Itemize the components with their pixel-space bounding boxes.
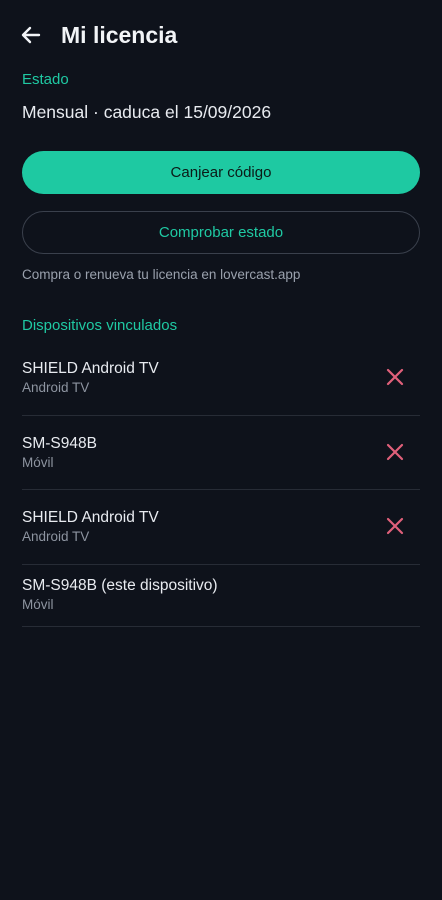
device-name: SM-S948B (este dispositivo) bbox=[22, 576, 218, 594]
status-section-label: Estado bbox=[22, 71, 69, 88]
license-status-text: Mensual · caduca el 15/09/2026 bbox=[22, 102, 272, 122]
remove-device-button[interactable] bbox=[384, 366, 406, 388]
device-list: SHIELD Android TV Android TV SM-S948B Mó… bbox=[22, 341, 420, 627]
close-icon bbox=[386, 368, 404, 386]
device-item: SM-S948B Móvil bbox=[22, 416, 420, 490]
arrow-left-icon bbox=[21, 26, 41, 44]
device-item: SHIELD Android TV Android TV bbox=[22, 341, 420, 416]
back-button[interactable] bbox=[16, 20, 46, 50]
devices-section-label: Dispositivos vinculados bbox=[22, 317, 178, 334]
close-icon bbox=[386, 517, 404, 535]
device-type: Android TV bbox=[22, 529, 90, 544]
page-title: Mi licencia bbox=[61, 22, 178, 48]
remove-device-button[interactable] bbox=[384, 441, 406, 463]
device-name: SM-S948B bbox=[22, 434, 97, 452]
close-icon bbox=[386, 443, 404, 460]
device-name: SHIELD Android TV bbox=[22, 360, 159, 377]
device-item: SHIELD Android TV Android TV bbox=[22, 490, 420, 565]
device-name: SHIELD Android TV bbox=[22, 509, 159, 526]
device-type: Móvil bbox=[22, 596, 54, 612]
check-status-button[interactable]: Comprobar estado bbox=[22, 211, 420, 254]
redeem-code-button[interactable]: Canjear código bbox=[22, 151, 420, 194]
device-type: Android TV bbox=[22, 380, 90, 395]
purchase-hint: Compra o renueva tu licencia en lovercas… bbox=[22, 267, 301, 282]
device-item-current: SM-S948B (este dispositivo) Móvil bbox=[22, 565, 420, 627]
app-bar: Mi licencia bbox=[0, 0, 442, 70]
device-type: Móvil bbox=[22, 454, 54, 470]
remove-device-button[interactable] bbox=[384, 515, 406, 537]
